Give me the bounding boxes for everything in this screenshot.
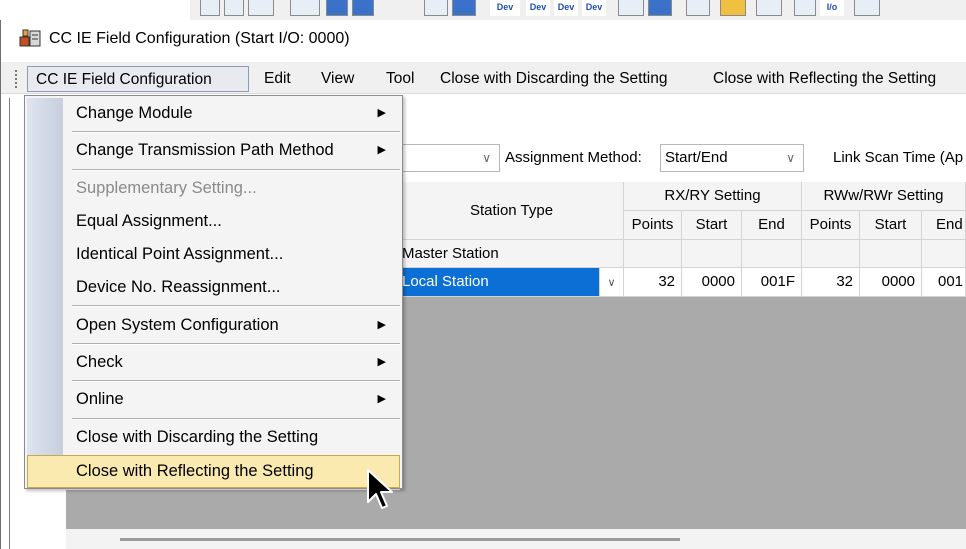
station-type-value: Local Station: [402, 273, 489, 290]
toolbar-icon-10[interactable]: [648, 0, 672, 16]
assignment-method-value: Start/End: [665, 149, 728, 166]
dev-icon-2[interactable]: Dev: [526, 0, 550, 16]
menu-item-label: Online: [76, 390, 124, 408]
table-cell: [742, 240, 802, 268]
menu-tool[interactable]: Tool: [378, 66, 422, 92]
menu-separator: [72, 305, 400, 307]
window-title: CC IE Field Configuration (Start I/O: 00…: [49, 30, 350, 47]
rwwrwr-setting-header: RWw/RWr Setting: [802, 182, 966, 211]
submenu-arrow-icon: ▶: [377, 319, 386, 331]
dev-icon-1[interactable]: Dev: [490, 0, 520, 16]
menu-item-identical-point-assignment[interactable]: Identical Point Assignment...: [64, 238, 400, 271]
menu-item-label: Change Transmission Path Method: [76, 141, 334, 159]
menu-view[interactable]: View: [313, 66, 362, 92]
table-row-station-type[interactable]: Master Station: [400, 240, 624, 268]
rwwrwr-end-cell[interactable]: 001: [922, 268, 966, 297]
menu-separator: [72, 380, 400, 382]
menu-item-supplementary-setting: Supplementary Setting...: [76, 179, 257, 197]
horizontal-scrollbar[interactable]: [66, 529, 966, 549]
menu-item-label: Open System Configuration: [76, 316, 279, 334]
table-cell: [624, 240, 682, 268]
toolbar-icon-12[interactable]: [720, 0, 746, 16]
toolbar-icon-2[interactable]: [224, 0, 244, 16]
rxry-start-cell[interactable]: 0000: [682, 268, 742, 297]
toolbar-icon-7[interactable]: [424, 0, 448, 16]
menu-close-discarding[interactable]: Close with Discarding the Setting: [432, 66, 675, 92]
toolbar-icon-11[interactable]: [686, 0, 710, 16]
station-type-dropdown-button[interactable]: ∨: [600, 268, 624, 297]
io-icon[interactable]: I/o: [820, 0, 844, 16]
rwwrwr-start-header: Start: [860, 211, 922, 240]
toolbar-icon-4[interactable]: [290, 0, 320, 16]
menu-item-change-module[interactable]: Change Module ▶: [64, 97, 400, 130]
mouse-pointer-icon: [367, 469, 393, 509]
menu-separator: [72, 169, 400, 171]
hidden-combo[interactable]: ∨: [400, 144, 500, 172]
scrollbar-thumb[interactable]: [120, 538, 680, 541]
menu-separator: [72, 343, 400, 345]
menu-item-label: Check: [76, 353, 123, 371]
table-cell: [682, 240, 742, 268]
toolbar-icon-6[interactable]: [352, 0, 374, 16]
assignment-method-select[interactable]: Start/End ∨: [660, 144, 804, 172]
menu-close-reflecting[interactable]: Close with Reflecting the Setting: [705, 66, 944, 92]
submenu-arrow-icon: ▶: [377, 107, 386, 119]
menu-cc-ie-field-configuration[interactable]: CC IE Field Configuration: [27, 66, 249, 92]
dev-icon-4[interactable]: Dev: [582, 0, 606, 16]
menu-item-online[interactable]: Online ▶: [64, 383, 400, 416]
menu-edit[interactable]: Edit: [256, 66, 299, 92]
menu-item-equal-assignment[interactable]: Equal Assignment...: [64, 205, 400, 238]
submenu-arrow-icon: ▶: [377, 144, 386, 156]
dev-icon-3[interactable]: Dev: [554, 0, 578, 16]
rxry-setting-header: RX/RY Setting: [624, 182, 802, 211]
rxry-points-cell[interactable]: 32: [624, 268, 682, 297]
grid-empty-area-lower: [66, 490, 966, 529]
menubar-grip[interactable]: [15, 70, 18, 88]
table-cell: [802, 240, 860, 268]
submenu-arrow-icon: ▶: [377, 393, 386, 405]
station-type-select[interactable]: Local Station: [400, 268, 600, 297]
toolbar-icon-3[interactable]: [248, 0, 274, 16]
menu-item-open-system-configuration[interactable]: Open System Configuration ▶: [64, 309, 400, 342]
menu-separator: [72, 131, 400, 133]
menu-item-close-discarding[interactable]: Close with Discarding the Setting: [64, 421, 400, 454]
toolbar-icon-13[interactable]: [756, 0, 782, 16]
menu-item-device-no-reassignment[interactable]: Device No. Reassignment...: [64, 271, 400, 304]
title-bar: CC IE Field Configuration (Start I/O: 00…: [1, 20, 966, 60]
table-cell: [922, 240, 966, 268]
toolbar: Dev Dev Dev Dev I/o: [190, 0, 966, 22]
rxry-start-header: Start: [682, 211, 742, 240]
assignment-method-label: Assignment Method:: [505, 149, 642, 166]
toolbar-icon-1[interactable]: [200, 0, 220, 16]
link-scan-time-label: Link Scan Time (Ap: [833, 149, 964, 166]
menu-separator: [72, 418, 400, 420]
toolbar-icon-14[interactable]: [794, 0, 816, 16]
menu-item-check[interactable]: Check ▶: [64, 346, 400, 379]
chevron-down-icon: ∨: [607, 277, 616, 289]
toolbar-icon-9[interactable]: [618, 0, 644, 16]
chevron-down-icon: ∨: [786, 151, 795, 165]
menu-item-change-transmission-path[interactable]: Change Transmission Path Method ▶: [64, 134, 400, 167]
rxry-end-cell[interactable]: 001F: [742, 268, 802, 297]
rxry-end-header: End: [742, 211, 802, 240]
menu-item-close-reflecting[interactable]: Close with Reflecting the Setting: [27, 455, 400, 488]
toolbar-icon-8[interactable]: [452, 0, 476, 16]
rxry-points-header: Points: [624, 211, 682, 240]
table-cell: [860, 240, 922, 268]
menu-icon-strip: [27, 98, 63, 486]
network-config-icon: [19, 29, 41, 47]
rwwrwr-points-header: Points: [802, 211, 860, 240]
rwwrwr-end-header: End: [922, 211, 966, 240]
chevron-down-icon: ∨: [482, 151, 491, 165]
menu-item-label: Change Module: [76, 104, 193, 122]
toolbar-icon-15[interactable]: [854, 0, 880, 16]
station-type-header: Station Type: [400, 182, 624, 240]
rwwrwr-start-cell[interactable]: 0000: [860, 268, 922, 297]
submenu-arrow-icon: ▶: [377, 356, 386, 368]
rwwrwr-points-cell[interactable]: 32: [802, 268, 860, 297]
menu-bar: CC IE Field Configuration Edit View Tool…: [1, 62, 966, 94]
toolbar-icon-5[interactable]: [326, 0, 348, 16]
